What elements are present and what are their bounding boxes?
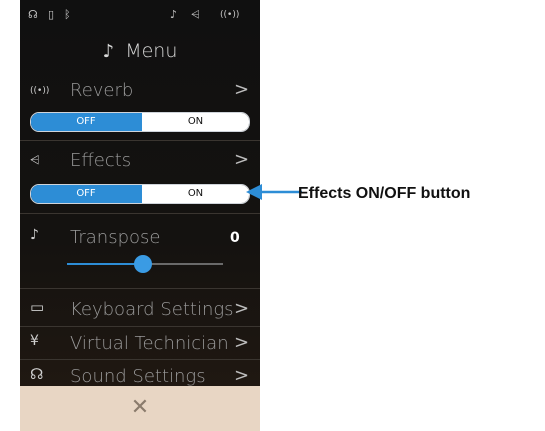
menu-item-virtual-technician[interactable]: ¥ Virtual Technician > [20, 330, 260, 358]
reverb-icon: ((•)) [30, 86, 50, 96]
reverb-status-icon: ((•)) [220, 10, 240, 20]
close-icon[interactable]: ✕ [20, 395, 260, 420]
menu-item-label: Sound Settings [70, 366, 206, 387]
transpose-slider-handle[interactable] [134, 255, 152, 273]
tuning-fork-icon: ¥ [30, 333, 39, 349]
menu-item-keyboard-settings[interactable]: ▭ Keyboard Settings > [20, 296, 260, 324]
divider [20, 288, 260, 289]
callout-arrow [246, 184, 302, 200]
divider [20, 359, 260, 360]
reverb-off-button[interactable]: OFF [31, 113, 141, 131]
effects-off-button[interactable]: OFF [31, 185, 141, 203]
transpose-slider-fill [67, 263, 142, 265]
chevron-right-icon: > [234, 365, 250, 386]
menu-item-label: Virtual Technician [70, 333, 229, 354]
bluetooth-icon: ᛒ [64, 8, 71, 21]
music-note-icon: ♪ [102, 41, 115, 62]
transpose-value: 0 [230, 230, 240, 246]
transpose-label: Transpose [70, 227, 161, 248]
reverb-on-button[interactable]: ON [141, 113, 249, 131]
divider [20, 140, 260, 141]
divider [20, 213, 260, 214]
effects-status-icon: ⩤ [191, 8, 200, 21]
usb-icon: ▯ [48, 8, 55, 21]
status-bar: ☊ ▯ ᛒ ♪ ⩤ ((•)) [20, 0, 260, 36]
keyboard-icon: ▭ [30, 298, 45, 316]
chevron-right-icon: > [234, 149, 250, 170]
transpose-status-icon: ♪ [170, 8, 178, 21]
effects-label: Effects [70, 150, 132, 171]
close-bar[interactable]: ✕ [20, 386, 260, 431]
divider [20, 326, 260, 327]
menu-header: ♪ Menu [20, 40, 260, 68]
chevron-right-icon: > [234, 298, 250, 319]
annotation-label: Effects ON/OFF button [298, 185, 471, 202]
app-screen: ☊ ▯ ᛒ ♪ ⩤ ((•)) ♪ Menu ((•)) Reverb > OF… [20, 0, 260, 431]
headphones-icon: ☊ [28, 8, 38, 21]
menu-item-reverb[interactable]: ((•)) Reverb > [20, 77, 260, 105]
chevron-right-icon: > [234, 332, 250, 353]
transpose-icon: ♪ [30, 227, 39, 243]
menu-item-transpose: ♪ Transpose 0 [20, 224, 260, 252]
effects-icon: ⩤ [30, 153, 40, 167]
chevron-right-icon: > [234, 79, 250, 100]
reverb-label: Reverb [70, 80, 134, 101]
reverb-toggle[interactable]: OFF ON [30, 112, 250, 132]
page-title: Menu [125, 40, 178, 62]
effects-toggle[interactable]: OFF ON [30, 184, 250, 204]
menu-item-effects[interactable]: ⩤ Effects > [20, 147, 260, 175]
menu-item-label: Keyboard Settings [70, 299, 234, 320]
headphones-icon: ☊ [30, 365, 44, 383]
effects-on-button[interactable]: ON [141, 185, 249, 203]
